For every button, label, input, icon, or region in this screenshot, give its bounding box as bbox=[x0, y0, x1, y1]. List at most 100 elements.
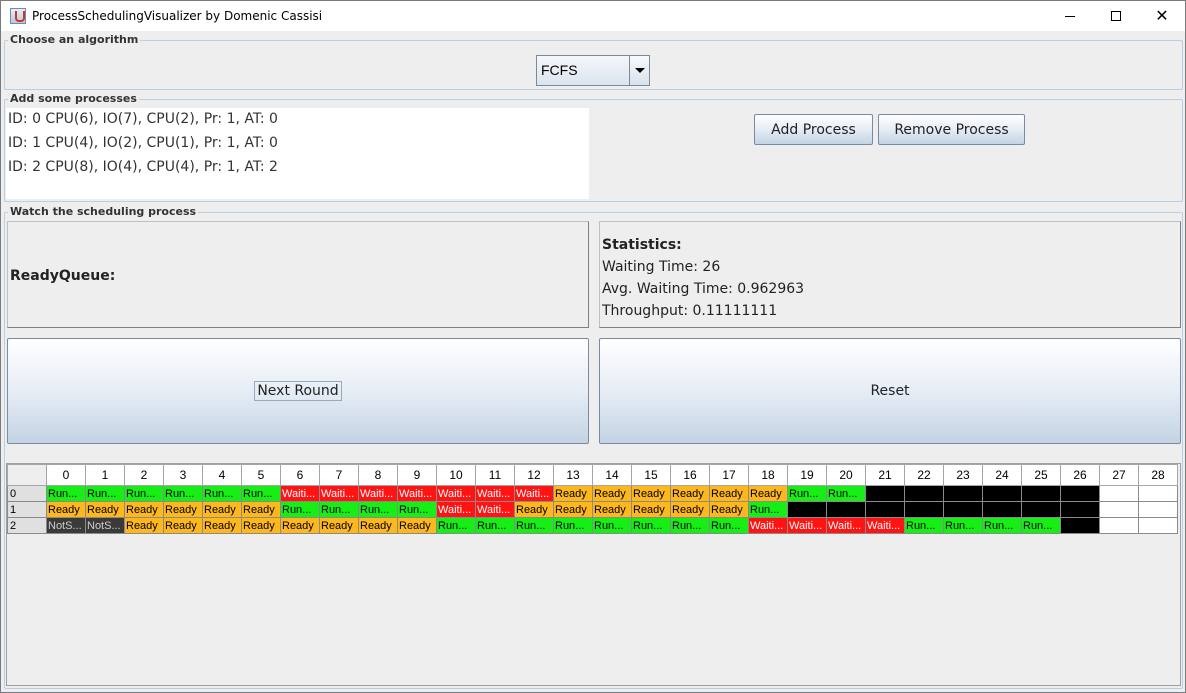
column-header[interactable]: 23 bbox=[943, 464, 983, 486]
column-header[interactable]: 5 bbox=[241, 464, 281, 486]
column-header[interactable]: 1 bbox=[85, 464, 125, 486]
table-cell[interactable]: Ready bbox=[748, 485, 788, 502]
process-list-item[interactable]: ID: 2 CPU(8), IO(4), CPU(4), Pr: 1, AT: … bbox=[6, 156, 589, 180]
table-cell[interactable] bbox=[1021, 501, 1061, 518]
table-row[interactable]: 0 Run... Run... Run... Run... Run... Run... Wai… bbox=[7, 485, 1178, 502]
column-header[interactable]: 24 bbox=[982, 464, 1022, 486]
process-list[interactable]: ID: 0 CPU(6), IO(7), CPU(2), Pr: 1, AT: … bbox=[6, 108, 589, 199]
reset-button[interactable]: Reset bbox=[599, 338, 1181, 444]
table-cell[interactable] bbox=[1060, 517, 1100, 534]
close-button[interactable]: ✕ bbox=[1139, 1, 1185, 31]
process-list-item[interactable]: ID: 0 CPU(6), IO(7), CPU(2), Pr: 1, AT: … bbox=[6, 108, 589, 132]
table-cell[interactable]: Waiti... bbox=[475, 501, 515, 518]
table-cell[interactable] bbox=[1099, 501, 1139, 518]
table-cell[interactable]: Ready bbox=[85, 501, 125, 518]
column-header[interactable]: 17 bbox=[709, 464, 749, 486]
table-cell[interactable]: Run... bbox=[397, 501, 437, 518]
table-cell[interactable]: Run... bbox=[592, 517, 632, 534]
table-cell[interactable] bbox=[1138, 501, 1178, 518]
table-cell[interactable] bbox=[826, 501, 866, 518]
table-cell[interactable]: Run... bbox=[787, 485, 827, 502]
column-header[interactable]: 8 bbox=[358, 464, 398, 486]
column-header[interactable]: 6 bbox=[280, 464, 320, 486]
table-cell[interactable]: Run... bbox=[709, 517, 749, 534]
table-cell[interactable] bbox=[982, 485, 1022, 502]
column-header[interactable]: 27 bbox=[1099, 464, 1139, 486]
table-cell[interactable]: Ready bbox=[670, 501, 710, 518]
table-cell[interactable]: Waiti... bbox=[397, 485, 437, 502]
column-header[interactable]: 11 bbox=[475, 464, 515, 486]
column-header[interactable]: 3 bbox=[163, 464, 203, 486]
table-cell[interactable]: Ready bbox=[163, 517, 203, 534]
column-header[interactable]: 10 bbox=[436, 464, 476, 486]
table-cell[interactable] bbox=[1099, 517, 1139, 534]
column-header[interactable]: 21 bbox=[865, 464, 905, 486]
table-cell[interactable]: Waiti... bbox=[826, 517, 866, 534]
table-cell[interactable]: Ready bbox=[163, 501, 203, 518]
table-cell[interactable] bbox=[943, 501, 983, 518]
table-cell[interactable]: Run... bbox=[202, 485, 242, 502]
next-round-button[interactable]: Next Round bbox=[7, 338, 589, 444]
table-cell[interactable]: Waiti... bbox=[475, 485, 515, 502]
table-cell[interactable] bbox=[904, 485, 944, 502]
table-cell[interactable]: Ready bbox=[202, 501, 242, 518]
column-header[interactable]: 16 bbox=[670, 464, 710, 486]
gantt-table-area[interactable]: 0 1 2 3 4 5 6 7 8 9 10 11 12 13 14 15 16 17 18 19 20 21 22 23 24… bbox=[6, 463, 1181, 686]
table-cell[interactable]: Waiti... bbox=[436, 485, 476, 502]
table-cell[interactable]: NotS... bbox=[46, 517, 86, 534]
table-row[interactable]: 2 NotS... NotS... Ready Ready Ready Ready Ready… bbox=[7, 517, 1178, 534]
table-cell[interactable]: Ready bbox=[553, 501, 593, 518]
table-cell[interactable] bbox=[865, 501, 905, 518]
column-header[interactable]: 2 bbox=[124, 464, 164, 486]
table-cell[interactable]: Waiti... bbox=[436, 501, 476, 518]
table-cell[interactable]: Waiti... bbox=[319, 485, 359, 502]
column-header[interactable]: 15 bbox=[631, 464, 671, 486]
column-header[interactable]: 7 bbox=[319, 464, 359, 486]
table-cell[interactable]: Run... bbox=[163, 485, 203, 502]
table-cell[interactable]: Ready bbox=[124, 517, 164, 534]
table-cell[interactable]: Ready bbox=[553, 485, 593, 502]
table-cell[interactable]: Ready bbox=[358, 517, 398, 534]
table-cell[interactable]: Run... bbox=[124, 485, 164, 502]
maximize-button[interactable] bbox=[1093, 1, 1139, 31]
table-cell[interactable]: Ready bbox=[319, 517, 359, 534]
table-cell[interactable]: Waiti... bbox=[358, 485, 398, 502]
table-cell[interactable]: Ready bbox=[46, 501, 86, 518]
table-cell[interactable]: Run... bbox=[280, 501, 320, 518]
table-cell[interactable]: Run... bbox=[904, 517, 944, 534]
table-cell[interactable]: Ready bbox=[241, 517, 281, 534]
add-process-button[interactable]: Add Process bbox=[754, 114, 873, 145]
table-cell[interactable]: Run... bbox=[85, 485, 125, 502]
dropdown-arrow-button[interactable] bbox=[629, 56, 649, 85]
table-cell[interactable]: Run... bbox=[475, 517, 515, 534]
table-cell[interactable] bbox=[865, 485, 905, 502]
remove-process-button[interactable]: Remove Process bbox=[878, 114, 1025, 145]
table-cell[interactable]: Ready bbox=[592, 485, 632, 502]
table-cell[interactable] bbox=[904, 501, 944, 518]
table-cell[interactable]: Waiti... bbox=[748, 517, 788, 534]
table-cell[interactable]: Run... bbox=[436, 517, 476, 534]
table-cell[interactable]: Ready bbox=[631, 501, 671, 518]
table-cell[interactable]: Waiti... bbox=[787, 517, 827, 534]
column-header[interactable]: 19 bbox=[787, 464, 827, 486]
table-cell[interactable] bbox=[1060, 485, 1100, 502]
table-cell[interactable]: Ready bbox=[631, 485, 671, 502]
column-header[interactable]: 14 bbox=[592, 464, 632, 486]
table-cell[interactable]: Ready bbox=[709, 501, 749, 518]
table-cell[interactable]: Run... bbox=[982, 517, 1022, 534]
table-cell[interactable]: Ready bbox=[280, 517, 320, 534]
table-cell[interactable]: Ready bbox=[397, 517, 437, 534]
table-cell[interactable]: Ready bbox=[124, 501, 164, 518]
table-cell[interactable]: Run... bbox=[826, 485, 866, 502]
table-row[interactable]: 1 Ready Ready Ready Ready Ready Ready Run... Run… bbox=[7, 501, 1178, 518]
column-header[interactable]: 4 bbox=[202, 464, 242, 486]
table-cell[interactable]: Waiti... bbox=[280, 485, 320, 502]
table-cell[interactable] bbox=[1060, 501, 1100, 518]
table-cell[interactable]: Run... bbox=[631, 517, 671, 534]
table-cell[interactable]: NotS... bbox=[85, 517, 125, 534]
column-header[interactable]: 12 bbox=[514, 464, 554, 486]
table-cell[interactable]: Ready bbox=[514, 501, 554, 518]
column-header[interactable]: 18 bbox=[748, 464, 788, 486]
table-cell[interactable]: Ready bbox=[202, 517, 242, 534]
column-header[interactable]: 9 bbox=[397, 464, 437, 486]
